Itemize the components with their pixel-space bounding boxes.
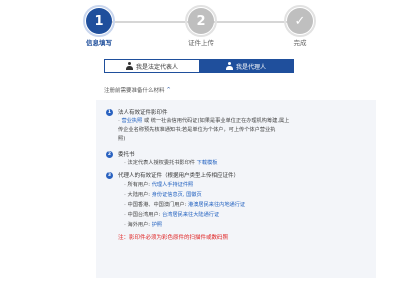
user-type-label: 中国台湾用户: — [127, 212, 163, 218]
step-number: 2 — [185, 5, 217, 37]
user-type-label: 大陆用户: — [127, 192, 152, 198]
item-line: 照) — [118, 136, 126, 142]
material-item: 3 代理人的有效证件（根据用户类型上传相应证件） - 所有用户: 代理人手持证件… — [106, 172, 366, 230]
materials-panel: 1 法人有效证件影印件 - 营业执照 或 统一社会信用代码证(如果是事业单位正在… — [96, 100, 376, 278]
step-upload-documents: 2 证件上传 — [161, 5, 241, 47]
user-type-label: 海外用户: — [127, 222, 152, 228]
download-template-link[interactable]: 下载模板 — [197, 160, 218, 166]
material-item: 1 法人有效证件影印件 - 营业执照 或 统一社会信用代码证(如果是事业单位正在… — [106, 109, 366, 144]
item-line: - 法定代表人授权委托书影印件 下载模板 — [118, 159, 366, 168]
document-link[interactable]: 代理人手持证件照 — [152, 182, 194, 188]
tab-label: 我是代理人 — [235, 63, 266, 71]
step-label: 证件上传 — [188, 39, 214, 47]
document-row: - 大陆用户: 身份证信息页, 国徽页 — [124, 190, 366, 200]
document-link[interactable]: 身份证信息页, 国徽页 — [152, 192, 202, 198]
step-info-fill: 1 信息填写 — [59, 5, 139, 47]
user-type-label: 所有用户: — [127, 182, 152, 188]
item-title: 委托书 — [118, 152, 135, 158]
item-number: 2 — [106, 151, 113, 158]
business-license-link[interactable]: 营业执照 — [122, 118, 143, 124]
tab-agent[interactable]: 我是代理人 — [199, 60, 293, 72]
item-title: 代理人的有效证件（根据用户类型上传相应证件） — [118, 173, 240, 179]
item-text: 或 — [142, 118, 151, 124]
progress-stepper: 1 信息填写 2 证件上传 ✓ 完成 — [0, 0, 400, 52]
document-link[interactable]: 台湾居民来往大陆通行证 — [162, 212, 219, 218]
tab-legal-representative[interactable]: 我是法定代表人 — [105, 60, 199, 72]
checkmark-icon: ✓ — [284, 5, 316, 37]
materials-toggle-label: 注册前需要准备什么材料 — [104, 88, 165, 94]
document-row: - 海外用户: 护照 — [124, 220, 366, 230]
item-title: 法人有效证件影印件 — [118, 110, 168, 116]
role-tabs: 我是法定代表人 我是代理人 — [104, 59, 294, 73]
item-line: - 营业执照 或 统一社会信用代码证(如果是事业单位正在办理机构筹建,属上 — [118, 117, 366, 126]
document-row: - 所有用户: 代理人手持证件照 — [124, 180, 366, 190]
item-text: 法定代表人授权委托书影印件 — [127, 160, 197, 166]
user-type-label: 中国香港、中国澳门用户: — [127, 202, 188, 208]
step-label: 完成 — [293, 39, 307, 47]
tab-label: 我是法定代表人 — [135, 63, 178, 71]
document-link[interactable]: 护照 — [152, 222, 162, 228]
step-label: 信息填写 — [86, 39, 112, 47]
materials-toggle[interactable]: 注册前需要准备什么材料 ^ — [104, 86, 171, 94]
document-row: - 中国香港、中国澳门用户: 港澳居民来往内地通行证 — [124, 200, 366, 210]
person-icon — [225, 62, 233, 70]
step-number: 1 — [83, 5, 115, 37]
person-icon — [125, 62, 133, 70]
material-item: 2 委托书 - 法定代表人授权委托书影印件 下载模板 — [106, 151, 366, 168]
document-link[interactable]: 港澳居民来往内地通行证 — [188, 202, 245, 208]
step-complete: ✓ 完成 — [260, 5, 340, 47]
warning-note: 注：影印件必须为彩色原件的扫描件或数码照 — [118, 235, 229, 241]
item-number: 3 — [106, 172, 113, 179]
chevron-up-icon: ^ — [166, 87, 171, 93]
item-number: 1 — [106, 109, 113, 116]
item-line: 传企业名称预先核准通知书;若是单位为个体户，可上传个体户营业执 — [118, 127, 276, 133]
document-row: - 中国台湾用户: 台湾居民来往大陆通行证 — [124, 210, 366, 220]
item-text: 统一社会信用代码证(如果是事业单位正在办理机构筹建,属上 — [150, 118, 290, 124]
